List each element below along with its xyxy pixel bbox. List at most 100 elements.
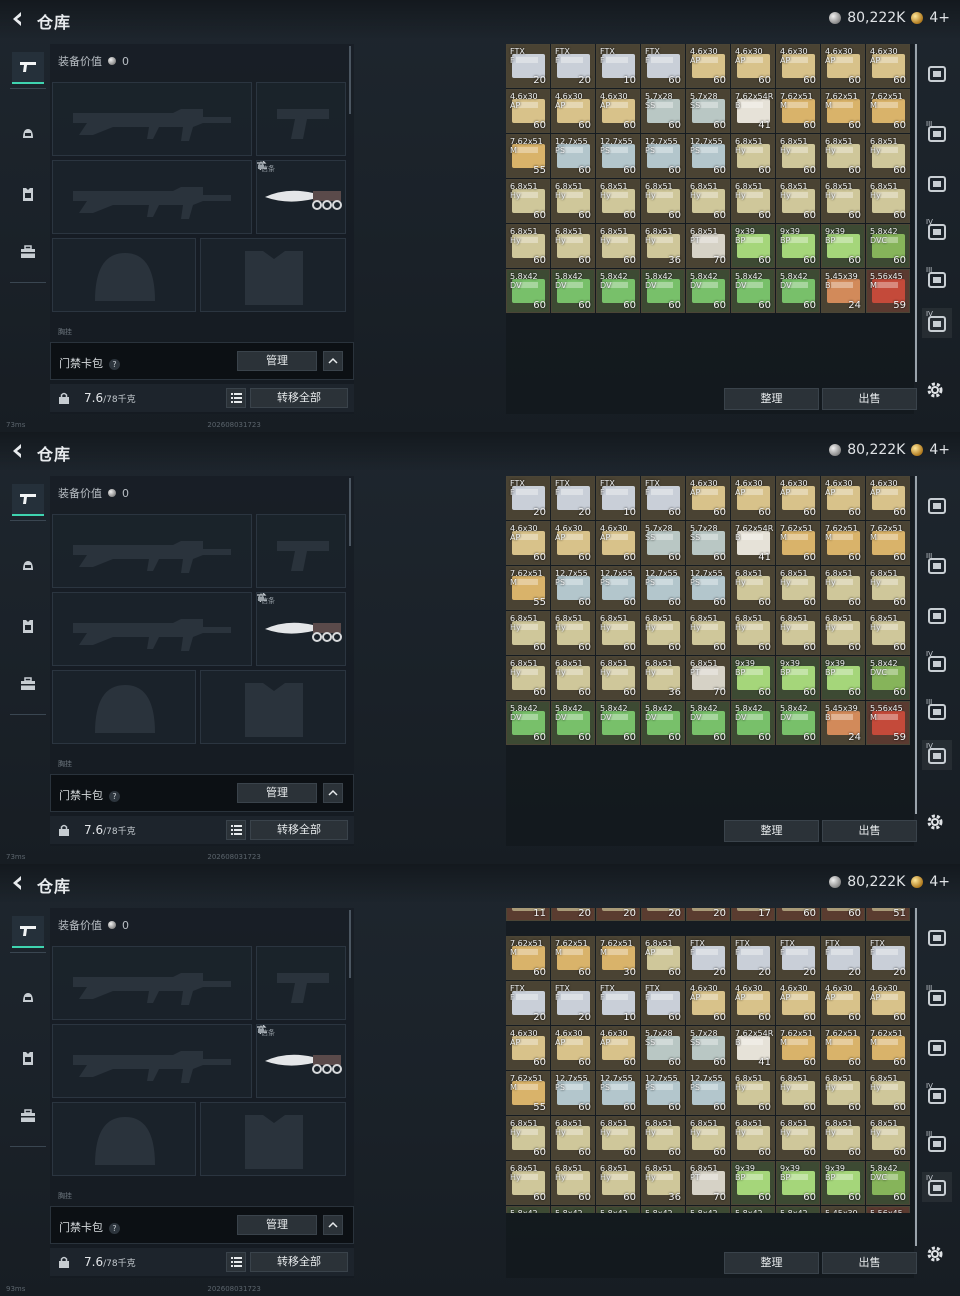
ammo-cell[interactable]: 7.62x51 M 55 <box>506 566 550 610</box>
ammo-cell[interactable]: 5.8x42 DVC 60 <box>866 1161 910 1205</box>
ammo-cell[interactable]: FTX F 60 <box>641 476 685 520</box>
ammo-cell[interactable]: 12.7x55 PS 60 <box>596 134 640 178</box>
briefcase-icon[interactable] <box>12 236 44 268</box>
ammo-cell[interactable]: 6.8x51 Hy 60 <box>731 1071 775 1115</box>
ammo-cell[interactable]: 12.7x55 PS 60 <box>686 566 730 610</box>
ammo-cell[interactable]: 7.62x54R B 41 <box>731 89 775 133</box>
ammo-cell[interactable]: 7.62x51 M 60 <box>506 936 550 980</box>
ammo-cell[interactable]: 9x39 BP 60 <box>821 656 865 700</box>
ammo-cell[interactable]: 7.62x54R B 41 <box>731 1026 775 1070</box>
ammo-cell[interactable]: 5.8x42 DVC 60 <box>866 656 910 700</box>
ammo-cell[interactable]: FTX F 10 <box>596 981 640 1025</box>
ammo-cell[interactable]: 6.8x51 Hy 60 <box>506 656 550 700</box>
ammo-cell[interactable]: 5.45x39 B24 <box>821 1206 865 1213</box>
ammo-cell[interactable]: 6.8x51 Hy 60 <box>731 611 775 655</box>
gun-icon[interactable] <box>12 484 44 516</box>
list-view-button[interactable] <box>226 1252 246 1272</box>
inventory-scrollbar[interactable] <box>915 44 917 382</box>
ammo-cell[interactable]: FTX F 20 <box>866 936 910 980</box>
ammo-cell[interactable]: 6.8x51 Hy 60 <box>776 566 820 610</box>
ammo-cell[interactable]: 4.6x30 AP 60 <box>686 981 730 1025</box>
ammo-cell[interactable]: 4.6x30 AP 60 <box>506 521 550 565</box>
help-icon[interactable]: ? <box>109 359 120 370</box>
sort-button[interactable]: 整理 <box>724 820 819 842</box>
ammo-cell[interactable]: 9x39 BP 60 <box>821 224 865 268</box>
ammo-cell[interactable]: 6.8x51 Hy 60 <box>506 1116 550 1160</box>
ammo-cell[interactable]: 6.8x51 Hy 60 <box>866 611 910 655</box>
list-view-button[interactable] <box>226 820 246 840</box>
equip-scrollbar[interactable] <box>349 910 351 978</box>
manage-button[interactable]: 管理 <box>237 351 317 371</box>
gear-icon[interactable] <box>925 1244 945 1264</box>
ammo-cell[interactable]: 6.8x51 Hy 36 <box>641 1161 685 1205</box>
ammo-cell[interactable]: FTX F 20 <box>821 936 865 980</box>
gun-icon[interactable] <box>12 52 44 84</box>
melee-slot[interactable]: 信条 <box>256 1024 346 1098</box>
ammo-cell[interactable]: 6.8x51 Hy 60 <box>776 1071 820 1115</box>
ammo-cell[interactable]: 7.62x51 M 55 <box>506 134 550 178</box>
locker-icon[interactable]: IV <box>922 1172 952 1202</box>
help-icon[interactable]: ? <box>109 791 120 802</box>
ammo-cell[interactable]: 6.8x51 Hy 60 <box>731 134 775 178</box>
ammo-cell[interactable]: 4.6x30 AP 60 <box>776 981 820 1025</box>
inventory-scrollbar[interactable] <box>915 908 917 1246</box>
collapse-button[interactable] <box>323 1215 343 1235</box>
ammo-cell[interactable]: 60 <box>776 908 820 921</box>
ammo-cell[interactable]: FTX F 20 <box>506 981 550 1025</box>
ammo-cell[interactable]: 5.8x42 DV60 <box>596 701 640 745</box>
ammo-cell[interactable]: 6.8x51 PT 70 <box>686 224 730 268</box>
ammo-cell[interactable]: 12.7x55 PS 60 <box>551 1071 595 1115</box>
ammo-cell[interactable]: 20 <box>686 908 730 921</box>
gear-icon[interactable] <box>925 812 945 832</box>
ammo-cell[interactable]: 6.8x51 Hy 60 <box>821 1116 865 1160</box>
ammo-cell[interactable]: FTX F 20 <box>731 936 775 980</box>
warehouse-icon[interactable] <box>922 490 952 520</box>
ammo-cell[interactable]: 5.8x42 DV60 <box>641 269 685 313</box>
ammo-cell[interactable]: 6.8x51 Hy 60 <box>596 1161 640 1205</box>
ammo-cell[interactable]: FTX F 20 <box>551 44 595 88</box>
ammo-cell[interactable]: FTX F 60 <box>641 44 685 88</box>
ammo-cell[interactable]: 6.8x51 Hy 60 <box>551 224 595 268</box>
ammo-cell[interactable]: 7.62x51 M 30 <box>596 936 640 980</box>
ammo-cell[interactable]: 7.62x51 M 60 <box>866 521 910 565</box>
ammo-cell[interactable]: 4.6x30 AP 60 <box>731 981 775 1025</box>
ammo-cell[interactable]: 9x39 BP 60 <box>776 224 820 268</box>
ammo-cell[interactable]: 9x39 BP 60 <box>821 1161 865 1205</box>
ammo-cell[interactable]: 6.8x51 Hy 60 <box>596 611 640 655</box>
ammo-cell[interactable]: 6.8x51 Hy 60 <box>731 566 775 610</box>
ammo-cell[interactable]: 5.8x42 DV60 <box>776 701 820 745</box>
list-view-button[interactable] <box>226 388 246 408</box>
ammo-cell[interactable]: 12.7x55 PS 60 <box>551 134 595 178</box>
locker-icon[interactable]: IV <box>922 308 952 338</box>
ammo-cell[interactable]: 7.62x54R B 41 <box>731 521 775 565</box>
primary-weapon-slot[interactable] <box>52 946 252 1020</box>
ammo-cell[interactable]: 6.8x51 Hy 60 <box>866 1071 910 1115</box>
ammo-cell[interactable]: 12.7x55 PS 60 <box>686 1071 730 1115</box>
ammo-cell[interactable]: 6.8x51 Hy 60 <box>506 611 550 655</box>
ammo-cell[interactable]: 6.8x51 Hy 60 <box>731 1116 775 1160</box>
ammo-cell[interactable]: 7.62x51 M 60 <box>866 1026 910 1070</box>
ammo-cell[interactable]: FTX F 20 <box>506 476 550 520</box>
ammo-cell[interactable]: 6.8x51 Hy 60 <box>866 179 910 223</box>
safe-icon[interactable] <box>922 600 952 630</box>
pistol-slot[interactable] <box>256 514 346 588</box>
ammo-cell[interactable]: 5.45x39 B24 <box>821 701 865 745</box>
melee-slot[interactable]: 信条 <box>256 592 346 666</box>
armor-slot[interactable] <box>200 1102 346 1176</box>
ammo-cell[interactable]: 4.6x30 AP 60 <box>866 981 910 1025</box>
inventory-scrollbar[interactable] <box>915 476 917 814</box>
ammo-cell[interactable]: 6.8x51 Hy 60 <box>551 1116 595 1160</box>
ammo-cell[interactable]: 5.8x42 DV60 <box>776 1206 820 1213</box>
ammo-cell[interactable]: 5.7x28 SS 60 <box>641 521 685 565</box>
back-arrow-icon[interactable] <box>10 10 28 28</box>
helmet-icon[interactable] <box>12 550 44 582</box>
ammo-cell[interactable]: 20 <box>596 908 640 921</box>
ammo-cell[interactable]: 6.8x51 Hy 60 <box>551 656 595 700</box>
ammo-cell[interactable]: 6.8x51 Hy 60 <box>821 1071 865 1115</box>
secondary-weapon-slot[interactable] <box>52 1024 252 1098</box>
ammo-cell[interactable]: 12.7x55 PS 60 <box>551 566 595 610</box>
ammo-cell[interactable]: FTX F 10 <box>596 476 640 520</box>
ammo-cell[interactable]: 4.6x30 AP 60 <box>551 1026 595 1070</box>
helmet-slot[interactable] <box>52 238 196 312</box>
ammo-cell[interactable]: 12.7x55 PS 60 <box>686 134 730 178</box>
